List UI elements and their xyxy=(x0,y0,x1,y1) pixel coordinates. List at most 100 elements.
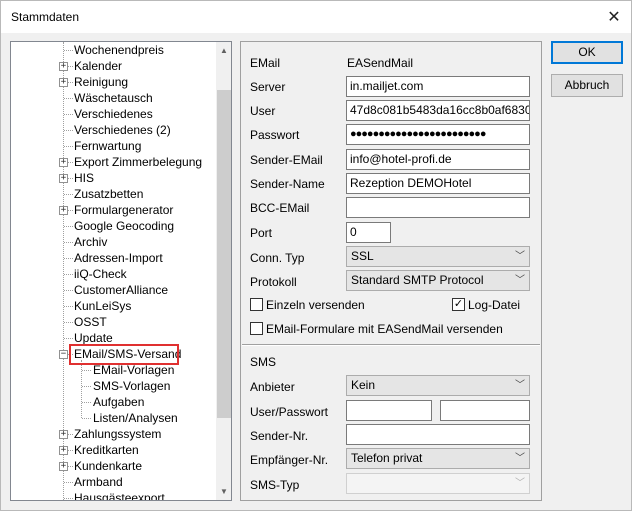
tree-item[interactable]: + Formulargenerator xyxy=(11,202,216,218)
tree-item[interactable]: Fernwartung xyxy=(11,138,216,154)
tree-item[interactable]: SMS-Vorlagen xyxy=(11,378,216,394)
sms-type-select[interactable]: ﹀ xyxy=(346,473,530,494)
tree-item[interactable]: Archiv xyxy=(11,234,216,250)
protocol-label: Protokoll xyxy=(250,275,297,289)
expand-icon[interactable]: + xyxy=(59,78,68,87)
selection-highlight xyxy=(69,344,179,365)
tree-item[interactable]: CustomerAlliance xyxy=(11,282,216,298)
tree-item-label: HIS xyxy=(74,171,95,185)
tree-item[interactable]: Aufgaben xyxy=(11,394,216,410)
sms-recipient-nr-select[interactable]: Telefon privat ﹀ xyxy=(346,448,530,469)
expand-icon[interactable]: + xyxy=(59,174,68,183)
chevron-down-icon: ﹀ xyxy=(515,275,525,286)
tree-branch-line xyxy=(64,338,73,339)
tree-item[interactable]: OSST xyxy=(11,314,216,330)
tree-item[interactable]: Google Geocoding xyxy=(11,218,216,234)
sms-password-input[interactable] xyxy=(440,400,530,421)
tree-item[interactable]: Wäschetausch xyxy=(11,90,216,106)
expand-icon[interactable]: + xyxy=(59,158,68,167)
expand-icon[interactable]: + xyxy=(59,430,68,439)
port-input[interactable]: 0 xyxy=(346,222,391,243)
tree-item-label: Archiv xyxy=(74,235,108,249)
tree-item-label: Aufgaben xyxy=(93,395,145,409)
tree-item[interactable]: Listen/Analysen xyxy=(11,410,216,426)
tree-branch-line xyxy=(64,98,73,99)
expand-icon[interactable]: + xyxy=(59,462,68,471)
close-icon[interactable]: ✕ xyxy=(599,3,629,31)
tree-item[interactable]: + Export Zimmerbelegung xyxy=(11,154,216,170)
tree-branch-line xyxy=(82,370,91,371)
scroll-up-icon[interactable]: ▲ xyxy=(216,42,231,59)
ok-button[interactable]: OK xyxy=(551,41,623,64)
tree-item[interactable]: Armband xyxy=(11,474,216,490)
tree-item[interactable]: Hausgästeexport xyxy=(11,490,216,501)
tree-item[interactable]: + HIS xyxy=(11,170,216,186)
tree-item[interactable]: Zusatzbetten xyxy=(11,186,216,202)
sms-provider-label: Anbieter xyxy=(250,380,295,394)
sender-name-input[interactable]: Rezeption DEMOHotel xyxy=(346,173,530,194)
tree-item-label: Formulargenerator xyxy=(74,203,174,217)
sms-type-label: SMS-Typ xyxy=(250,478,300,492)
sms-recipient-nr-label: Empfänger-Nr. xyxy=(250,453,329,467)
tree-scrollbar[interactable]: ▲ ▼ xyxy=(216,42,231,500)
tree-item[interactable]: Adressen-Import xyxy=(11,250,216,266)
tree-branch-line xyxy=(64,242,73,243)
section-divider xyxy=(242,344,540,346)
tree-item[interactable]: KunLeiSys xyxy=(11,298,216,314)
log-file-checkbox[interactable]: ✓ xyxy=(452,298,465,311)
conn-type-select[interactable]: SSL ﹀ xyxy=(346,246,530,267)
tree-item-label: Fernwartung xyxy=(74,139,142,153)
bcc-email-label: BCC-EMail xyxy=(250,201,310,215)
protocol-select[interactable]: Standard SMTP Protocol ﹀ xyxy=(346,270,530,291)
collapse-icon[interactable]: − xyxy=(59,350,68,359)
tree-item[interactable]: iiQ-Check xyxy=(11,266,216,282)
tree-branch-line xyxy=(64,146,73,147)
expand-icon[interactable]: + xyxy=(59,206,68,215)
tree-item[interactable]: + Kundenkarte xyxy=(11,458,216,474)
sms-provider-select[interactable]: Kein ﹀ xyxy=(346,375,530,396)
user-input[interactable]: 47d8c081b5483da16cc8b0af68307f1 xyxy=(346,100,530,121)
settings-tree[interactable]: Wochenendpreis + Kalender + Reinigung Wäschet… xyxy=(10,41,232,501)
expand-icon[interactable]: + xyxy=(59,446,68,455)
scroll-down-icon[interactable]: ▼ xyxy=(216,483,231,500)
server-input[interactable]: in.mailjet.com xyxy=(346,76,530,97)
sms-provider-value: Kein xyxy=(351,378,376,392)
tree-item[interactable]: + Reinigung xyxy=(11,74,216,90)
bcc-email-input[interactable] xyxy=(346,197,530,218)
tree-branch-line xyxy=(64,482,73,483)
cancel-button[interactable]: Abbruch xyxy=(551,74,623,97)
user-label: User xyxy=(250,104,276,118)
email-section-label: EMail xyxy=(250,56,281,70)
tree-item[interactable]: Wochenendpreis xyxy=(11,42,216,58)
tree-branch-line xyxy=(64,498,73,499)
tree-item[interactable]: Verschiedenes (2) xyxy=(11,122,216,138)
port-label: Port xyxy=(250,226,273,240)
tree-item[interactable]: + Kalender xyxy=(11,58,216,74)
window-title: Stammdaten xyxy=(11,10,80,24)
sender-email-input[interactable]: info@hotel-profi.de xyxy=(346,149,530,170)
password-input[interactable]: ●●●●●●●●●●●●●●●●●●●●●●●● xyxy=(346,124,530,145)
tree-item-label: Google Geocoding xyxy=(74,219,175,233)
expand-icon[interactable]: + xyxy=(59,62,68,71)
sender-email-label: Sender-EMail xyxy=(250,153,323,167)
password-label: Passwort xyxy=(250,128,300,142)
tree-branch-line xyxy=(64,322,73,323)
sms-user-input[interactable] xyxy=(346,400,432,421)
tree-item[interactable]: Verschiedenes xyxy=(11,106,216,122)
tree-branch-line xyxy=(64,274,73,275)
tree-item[interactable]: + Kreditkarten xyxy=(11,442,216,458)
tree-item[interactable]: + Zahlungssystem xyxy=(11,426,216,442)
tree-branch-line xyxy=(64,306,73,307)
single-send-checkbox[interactable] xyxy=(250,298,263,311)
scrollbar-thumb[interactable] xyxy=(217,90,231,418)
tree-branch-line xyxy=(64,130,73,131)
tree-item-label: Armband xyxy=(74,475,123,489)
chevron-down-icon: ﹀ xyxy=(515,380,525,391)
sms-recipient-nr-value: Telefon privat xyxy=(351,451,423,465)
forms-easendmail-checkbox[interactable] xyxy=(250,322,263,335)
single-send-label: Einzeln versenden xyxy=(266,298,365,312)
sms-section-label: SMS xyxy=(250,355,277,369)
tree-item-label: Hausgästeexport xyxy=(74,491,165,501)
chevron-down-icon: ﹀ xyxy=(515,251,525,262)
sms-sender-nr-input[interactable] xyxy=(346,424,530,445)
